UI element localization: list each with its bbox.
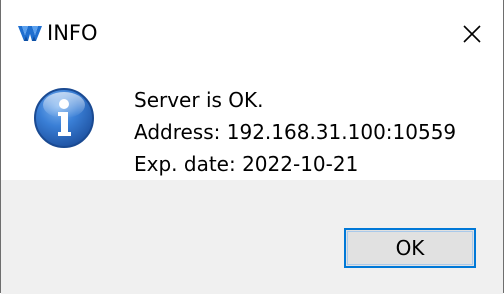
ok-button[interactable]: OK — [344, 228, 476, 268]
message-line-exp-date: Exp. date: 2022-10-21 — [134, 152, 359, 176]
window-title: INFO — [47, 21, 98, 45]
info-dialog: INFO Server is OK. Address: 192.168.31.1… — [0, 0, 504, 294]
close-button[interactable] — [447, 12, 497, 56]
message-text: Server is OK. Address: 192.168.31.100:10… — [134, 84, 456, 180]
information-icon — [32, 86, 96, 150]
title-bar[interactable]: INFO — [1, 0, 503, 62]
gowin-logo-icon — [17, 22, 43, 44]
message-line-address: Address: 192.168.31.100:10559 — [134, 120, 457, 144]
message-line-status: Server is OK. — [134, 88, 264, 112]
message-area: Server is OK. Address: 192.168.31.100:10… — [1, 62, 503, 180]
focus-ring — [347, 231, 473, 265]
close-icon — [463, 25, 481, 43]
button-bar: OK — [1, 180, 503, 294]
